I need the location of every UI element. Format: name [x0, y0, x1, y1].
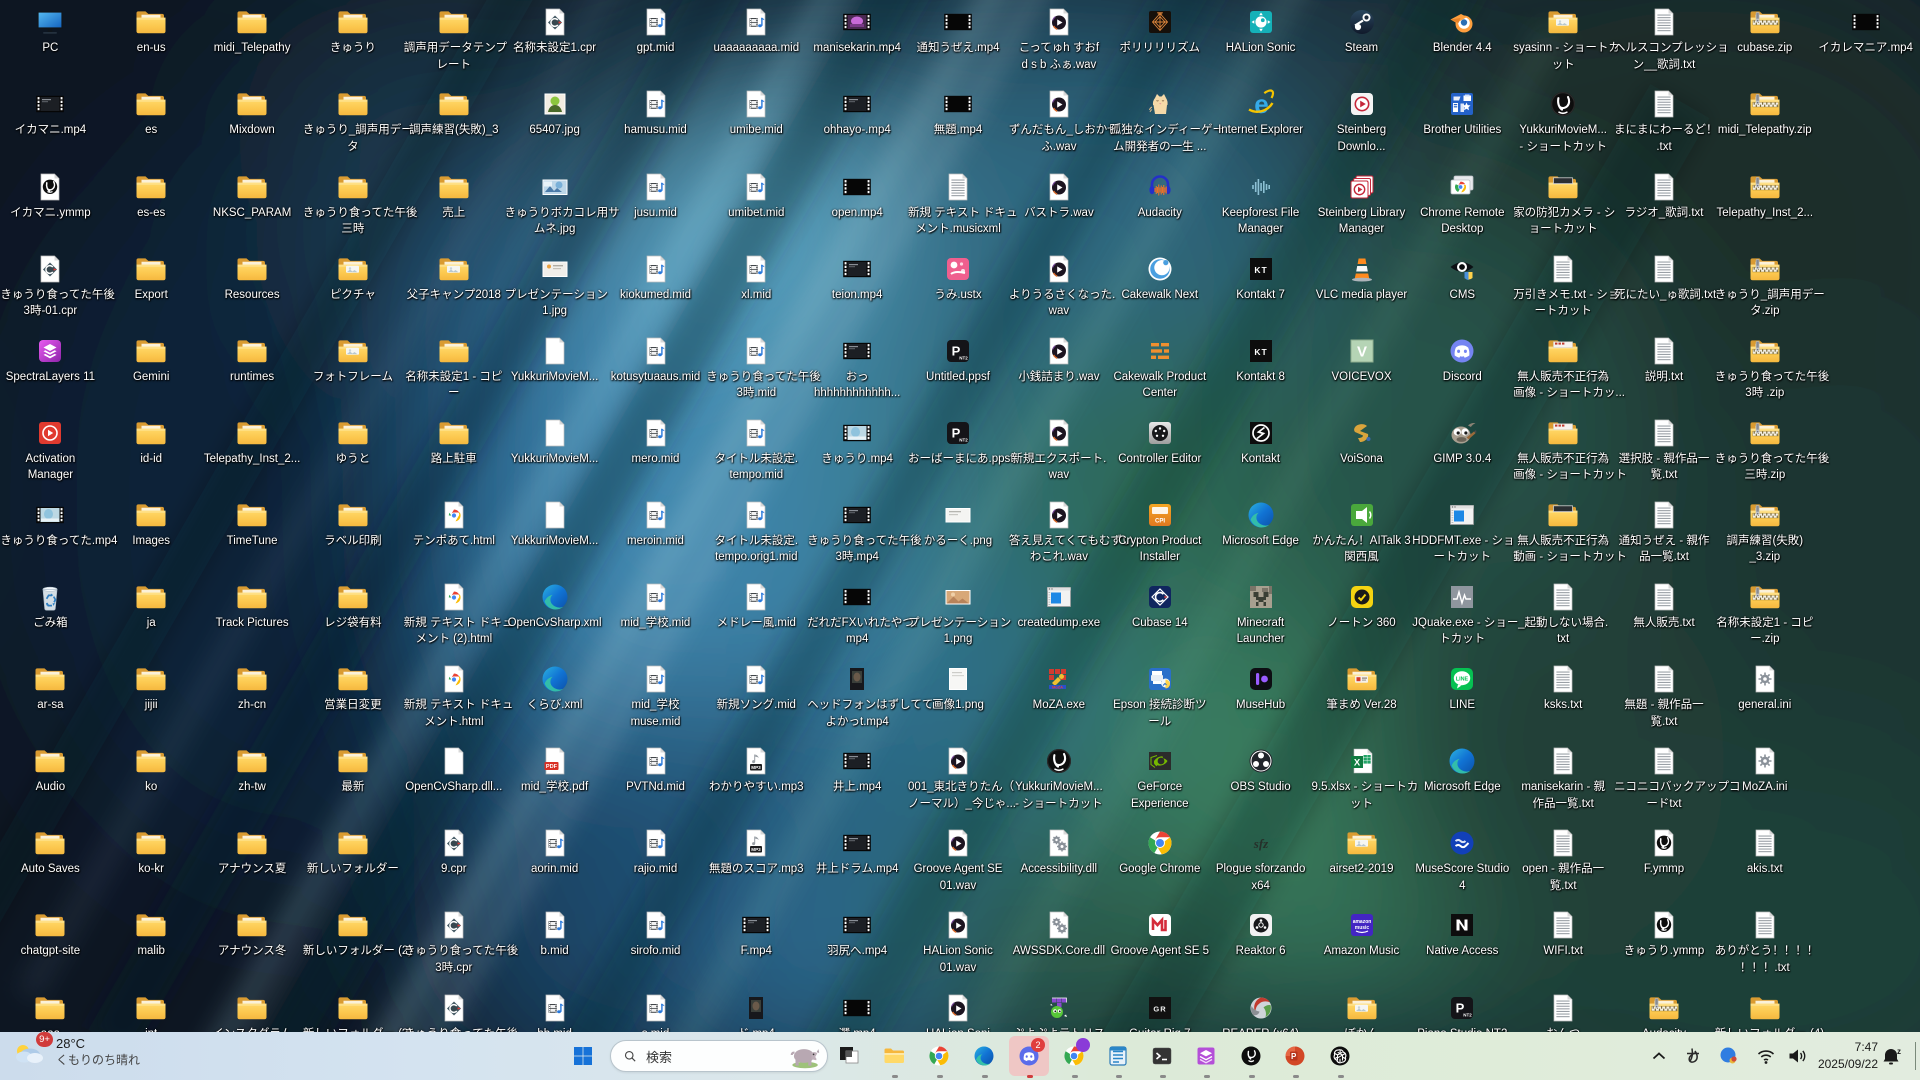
svg-text:P: P — [1291, 1052, 1297, 1061]
svg-text:z: z — [1897, 1047, 1901, 1056]
